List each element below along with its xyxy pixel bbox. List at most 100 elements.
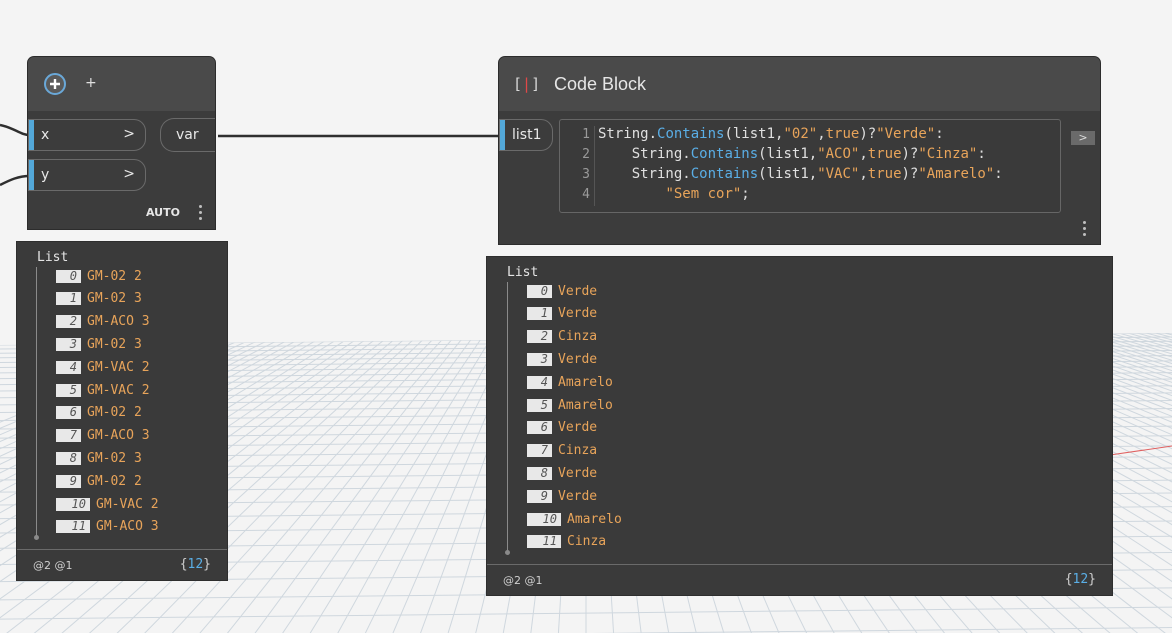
code-block-header[interactable]: [|] Code Block bbox=[499, 57, 1100, 111]
list-item-value: GM-02 2 bbox=[87, 473, 142, 489]
code-token: )? bbox=[859, 126, 877, 142]
code-line[interactable]: 3 String.Contains(list1,"VAC",true)?"Ama… bbox=[560, 166, 1003, 186]
code-token: (list1, bbox=[758, 166, 818, 182]
list-item-value: GM-ACO 3 bbox=[87, 314, 150, 330]
list-item-index: 5 bbox=[56, 383, 81, 397]
code-block-node[interactable]: [|] Code Block list1 1 String.Contains(li… bbox=[499, 57, 1100, 244]
list-item-value: Amarelo bbox=[558, 374, 613, 390]
code-token: "Amarelo" bbox=[918, 166, 995, 182]
code-token: , bbox=[859, 146, 868, 162]
code-token: "Cinza" bbox=[918, 146, 978, 162]
list-item-index: 8 bbox=[56, 451, 81, 465]
code-token: Contains bbox=[690, 166, 759, 182]
list-item-index: 8 bbox=[527, 466, 552, 480]
line-number: 4 bbox=[582, 187, 590, 202]
code-token: Contains bbox=[657, 126, 725, 142]
list-item: 1 GM-02 3 bbox=[56, 289, 142, 309]
code-token: String. bbox=[631, 146, 691, 162]
list-item-value: Cinza bbox=[558, 329, 598, 345]
plus-icon[interactable] bbox=[44, 73, 66, 95]
list-item-value: Amarelo bbox=[567, 511, 622, 527]
list-item: 9 GM-02 2 bbox=[56, 471, 142, 491]
line-number: 2 bbox=[582, 147, 590, 162]
code-token: : bbox=[994, 166, 1003, 182]
code-line[interactable]: 4 "Sem cor"; bbox=[560, 186, 1003, 206]
list-item-value: Verde bbox=[558, 465, 598, 481]
code-token: "ACO" bbox=[817, 146, 860, 162]
list-item-index: 3 bbox=[527, 352, 552, 366]
list-item-index: 9 bbox=[56, 474, 81, 488]
code-token: String. bbox=[598, 126, 658, 142]
code-block-preview[interactable]: List 0 Verde 1 Verde 2 Cinza 3 Verde 4 Amarelo 5 Am… bbox=[487, 257, 1112, 595]
list-item-index: 1 bbox=[56, 292, 81, 306]
code-line[interactable]: 2 String.Contains(list1,"ACO",true)?"Cin… bbox=[560, 146, 1003, 166]
port-indicator bbox=[29, 120, 34, 150]
list-item-value: GM-VAC 2 bbox=[87, 359, 150, 375]
code-token: "Verde" bbox=[876, 126, 936, 142]
list-levels[interactable]: @2 @1 bbox=[503, 574, 543, 587]
code-token: : bbox=[977, 146, 986, 162]
list-item-index: 3 bbox=[56, 337, 81, 351]
list-item: 3 Verde bbox=[527, 349, 597, 369]
input-wire-y bbox=[0, 174, 31, 187]
code-token: "VAC" bbox=[817, 166, 860, 182]
input-node-header[interactable]: + bbox=[28, 57, 215, 111]
list-item-index: 2 bbox=[527, 330, 552, 344]
list-item-index: 10 bbox=[527, 512, 561, 526]
list-item-value: Verde bbox=[558, 283, 598, 299]
list-item: 5 Amarelo bbox=[527, 395, 613, 415]
input-port-list1[interactable]: list1 bbox=[499, 119, 553, 151]
code-token: ; bbox=[741, 186, 750, 202]
list-item: 4 Amarelo bbox=[527, 372, 613, 392]
item-count: {12} bbox=[179, 557, 211, 572]
list-item-index: 4 bbox=[527, 375, 552, 389]
list-item-index: 4 bbox=[56, 360, 81, 374]
preview-list-title: List bbox=[507, 265, 539, 280]
output-port-arrow[interactable]: > bbox=[1071, 131, 1095, 145]
list-item-value: Cinza bbox=[567, 534, 607, 550]
code-line[interactable]: 1 String.Contains(list1,"02",true)?"Verde… bbox=[560, 126, 1003, 146]
list-item-value: Amarelo bbox=[558, 397, 613, 413]
input-port-x[interactable]: x > bbox=[28, 119, 146, 151]
list-item-value: GM-ACO 3 bbox=[87, 428, 150, 444]
list-item: 5 GM-VAC 2 bbox=[56, 380, 150, 400]
list-item-value: GM-02 2 bbox=[87, 268, 142, 284]
input-port-y[interactable]: y > bbox=[28, 159, 146, 191]
code-token: true bbox=[825, 126, 860, 142]
code-token: )? bbox=[901, 166, 919, 182]
output-port-var[interactable]: var bbox=[160, 118, 215, 152]
node-menu-icon[interactable] bbox=[199, 205, 203, 223]
tree-end-dot bbox=[505, 550, 510, 555]
node-menu-icon[interactable] bbox=[1083, 221, 1087, 239]
chevron-right-icon: > bbox=[123, 166, 135, 182]
input-node-preview[interactable]: List 0 GM-02 2 1 GM-02 3 2 GM-ACO 3 3 GM-02 34G… bbox=[17, 242, 227, 580]
output-port-var-label: var bbox=[176, 127, 199, 143]
preview-footer: @2 @1 {12} bbox=[17, 549, 227, 580]
list-item-value: GM-VAC 2 bbox=[87, 382, 150, 398]
list-item-index: 11 bbox=[56, 520, 90, 534]
input-port-y-label: y bbox=[41, 167, 50, 183]
list-item: 10 GM-VAC 2 bbox=[56, 494, 159, 514]
list-item: 6 GM-02 2 bbox=[56, 403, 142, 423]
list-item: 2 Cinza bbox=[527, 327, 597, 347]
input-node-title: + bbox=[85, 75, 97, 91]
list-item-index: 11 bbox=[527, 535, 561, 549]
lacing-label[interactable]: AUTO bbox=[146, 206, 180, 219]
list-item: 1 Verde bbox=[527, 304, 597, 324]
preview-footer: @2 @1 {12} bbox=[487, 564, 1112, 595]
code-token: , bbox=[817, 126, 826, 142]
list-item-index: 2 bbox=[56, 315, 81, 329]
list-item: 10 Amarelo bbox=[527, 509, 622, 529]
port-indicator bbox=[29, 160, 34, 190]
list-levels[interactable]: @2 @1 bbox=[33, 559, 73, 572]
code-editor[interactable]: 1 String.Contains(list1,"02",true)?"Verde… bbox=[559, 119, 1061, 213]
line-number: 3 bbox=[582, 167, 590, 182]
input-node[interactable]: + x > y > var AUTO bbox=[28, 57, 215, 229]
code-token: (list1, bbox=[758, 146, 818, 162]
list-item: 8 GM-02 3 bbox=[56, 448, 142, 468]
list-item-index: 5 bbox=[527, 398, 552, 412]
item-count: {12} bbox=[1064, 572, 1096, 587]
code-token: )? bbox=[901, 146, 919, 162]
code-token: : bbox=[935, 126, 944, 142]
code-token: "02" bbox=[783, 126, 818, 142]
